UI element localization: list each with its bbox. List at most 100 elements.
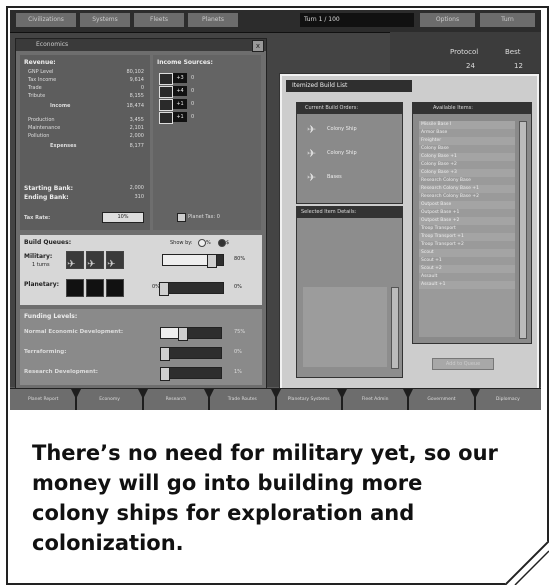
funding-slider[interactable] [160, 327, 222, 341]
available-item[interactable]: Colony Base +3 [419, 169, 515, 177]
starting-bank-value: 2,000 [129, 185, 144, 191]
game-screenshot: Civilizations Systems Fleets Planets Tur… [10, 10, 541, 410]
income-source-icon [159, 73, 173, 85]
funding-slider-knob[interactable] [160, 367, 170, 381]
funding-value: 1% [234, 369, 242, 375]
funding-slider[interactable] [160, 367, 222, 381]
revenue-row-label: Trade [28, 85, 42, 91]
available-item[interactable]: Troop Transport [419, 225, 515, 233]
available-item[interactable]: Troop Transport +1 [419, 233, 515, 241]
military-ship-slot-1[interactable]: ✈ [66, 251, 84, 270]
tab-7[interactable]: Diplomacy [481, 394, 535, 406]
available-item[interactable]: Scout +1 [419, 257, 515, 265]
funding-value: 75% [234, 329, 246, 335]
show-by-amount-radio[interactable] [218, 239, 226, 247]
ship-icon: ✈ [67, 259, 76, 270]
show-by-percent-radio[interactable] [198, 239, 206, 247]
tab-separator [469, 389, 480, 410]
turn-button[interactable]: Turn [480, 13, 535, 27]
ship-icon: ✈ [307, 171, 317, 184]
tab-2[interactable]: Research [149, 394, 203, 406]
available-item[interactable]: Outpost Base +2 [419, 217, 515, 225]
military-ship-slot-3[interactable]: ✈ [106, 251, 124, 270]
info-value-2: 12 [514, 62, 523, 70]
military-ship-slot-2[interactable]: ✈ [86, 251, 104, 270]
details-scrollbar[interactable] [391, 287, 399, 369]
revenue-row-value: 18,474 [126, 103, 145, 109]
tab-1[interactable]: Economy [82, 394, 136, 406]
military-label: Military: [24, 253, 53, 260]
available-item[interactable]: Scout [419, 249, 515, 257]
available-item[interactable]: Colony Base [419, 145, 515, 153]
top-button-3[interactable]: Fleets [134, 13, 184, 27]
show-by-amount-label: $ [226, 240, 230, 246]
available-item[interactable]: Research Colony Base +1 [419, 185, 515, 193]
available-items-scrollbar[interactable] [519, 121, 527, 339]
available-item[interactable]: Troop Transport +2 [419, 241, 515, 249]
close-button[interactable]: x [252, 40, 264, 52]
planetary-slot-2[interactable] [86, 279, 104, 297]
income-sources-header: Income Sources: [157, 59, 213, 66]
income-source-icon [159, 112, 173, 124]
top-button-2[interactable]: Systems [80, 13, 130, 27]
revenue-panel: Revenue: GNP Level 80,102 Tax Income 9,614 T… [20, 55, 150, 230]
tab-6[interactable]: Government [414, 394, 468, 406]
available-item[interactable]: Research Colony Base +2 [419, 193, 515, 201]
funding-value: 0% [234, 349, 242, 355]
top-button-5[interactable]: Options [420, 13, 475, 27]
show-by-percent-label: % [206, 240, 211, 246]
revenue-row-label: GNP Level [28, 69, 54, 75]
frame-corner-notch [505, 541, 549, 585]
economics-title: Economics [16, 39, 266, 51]
planet-tax-checkbox[interactable] [177, 213, 186, 222]
military-slider[interactable] [162, 254, 224, 268]
available-item[interactable]: Armor Base [419, 129, 515, 137]
available-item[interactable]: Missile Base I [419, 121, 515, 129]
top-button-4[interactable]: Planets [188, 13, 238, 27]
build-order-item[interactable]: Colony Ship [327, 126, 357, 132]
tab-0[interactable]: Planet Report [16, 394, 70, 406]
info-label-1: Protocol [450, 48, 479, 56]
current-build-orders-header: Current Build Orders: [297, 103, 402, 114]
funding-label: Research Development: [24, 369, 98, 375]
planetary-slider-knob[interactable] [159, 282, 169, 296]
add-to-queue-button[interactable]: Add to Queue [432, 358, 494, 370]
income-source-value: 0 [191, 88, 195, 94]
funding-slider-knob[interactable] [160, 347, 170, 361]
income-source-icon [159, 99, 173, 111]
build-order-item[interactable]: Colony Ship [327, 150, 357, 156]
available-item[interactable]: Outpost Base +1 [419, 209, 515, 217]
tab-5[interactable]: Fleet Admin [348, 394, 402, 406]
funding-header: Funding Levels: [24, 313, 78, 320]
tab-separator [336, 389, 347, 410]
ship-icon: ✈ [307, 147, 317, 160]
military-slider-knob[interactable] [207, 254, 217, 268]
available-item[interactable]: Outpost Base [419, 201, 515, 209]
planetary-slot-1[interactable] [66, 279, 84, 297]
bottom-tab-bar: Planet Report Economy Research Trade Routes… [10, 388, 541, 410]
available-items-list: Missile Base I Armor Base Freighter Colony … [419, 121, 515, 337]
revenue-row-value: 9,614 [129, 77, 144, 83]
details-content [303, 287, 387, 367]
build-order-item[interactable]: Bases [327, 174, 342, 180]
revenue-row-label: Expenses [50, 143, 77, 149]
available-item[interactable]: Assault [419, 273, 515, 281]
funding-label: Terraforming: [24, 349, 67, 355]
top-button-1[interactable]: Civilizations [16, 13, 76, 27]
available-item[interactable]: Colony Base +1 [419, 153, 515, 161]
tab-3[interactable]: Trade Routes [215, 394, 269, 406]
available-item[interactable]: Freighter [419, 137, 515, 145]
available-item[interactable]: Research Colony Base [419, 177, 515, 185]
tax-rate-spinner[interactable]: 10% [102, 212, 144, 223]
revenue-row-value: 2,101 [129, 125, 144, 131]
tab-4[interactable]: Planetary Systems [282, 394, 336, 406]
funding-slider-knob[interactable] [178, 327, 188, 341]
revenue-row-value: 0 [140, 85, 144, 91]
available-item[interactable]: Scout +2 [419, 265, 515, 273]
funding-slider[interactable] [160, 347, 222, 361]
planetary-slot-3[interactable] [106, 279, 124, 297]
available-item[interactable]: Assault +1 [419, 281, 515, 289]
available-item[interactable]: Colony Base +2 [419, 161, 515, 169]
planetary-slider[interactable] [159, 282, 224, 296]
income-source-icon [159, 86, 173, 98]
